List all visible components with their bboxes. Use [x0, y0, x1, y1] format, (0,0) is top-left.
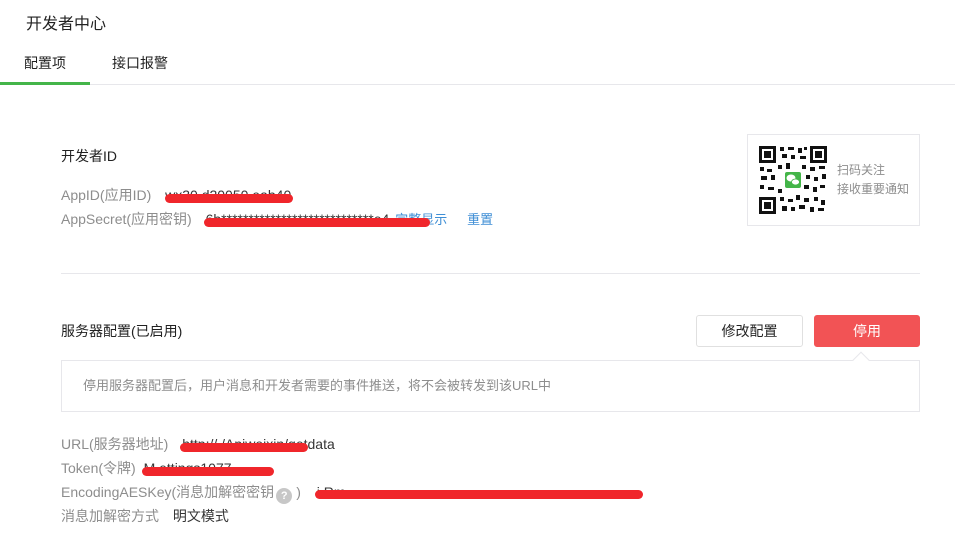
appid-redaction [165, 194, 294, 203]
developer-id-title: 开发者ID [61, 148, 117, 164]
appid-value: wx30 d20050 eab40 [165, 187, 294, 203]
qr-text: 扫码关注 接收重要通知 [837, 161, 909, 199]
qr-code[interactable] [758, 145, 828, 215]
appid-label: AppID(应用ID) [61, 187, 152, 203]
section-divider [61, 273, 920, 274]
notice-text: 停用服务器配置后，用户消息和开发者需要的事件推送，将不会被转发到该URL中 [83, 378, 552, 393]
token-value: M ettings1077 [141, 460, 274, 476]
aes-label: EncodingAESKey(消息加解密密钥 [61, 484, 275, 500]
notice-arrow [852, 351, 870, 369]
url-row: URL(服务器地址) http:// /Apiweixin/getdata [61, 434, 335, 454]
page-title: 开发者中心 [26, 16, 107, 33]
aes-value: i Rm [314, 484, 643, 500]
appsecret-value: 6b****************************e4 [203, 211, 430, 227]
url-label: URL(服务器地址) [61, 436, 169, 452]
token-redaction [141, 467, 274, 476]
appsecret-label: AppSecret(应用密钥) [61, 211, 192, 227]
appsecret-redaction [203, 218, 430, 227]
tab-interface-alarm[interactable]: 接口报警 [95, 44, 185, 85]
mode-label: 消息加解密方式 [61, 508, 159, 524]
disable-button[interactable]: 停用 [814, 315, 920, 347]
url-value: http:// /Apiweixin/getdata [180, 436, 335, 452]
token-row: Token(令牌) M ettings1077 [61, 458, 274, 478]
server-config-title: 服务器配置(已启用) [61, 323, 183, 339]
modify-config-button[interactable]: 修改配置 [696, 315, 803, 347]
appid-row: AppID(应用ID) wx30 d20050 eab40 [61, 185, 294, 205]
token-label: Token(令牌) [61, 460, 136, 476]
url-redaction [180, 443, 309, 452]
qr-text-line2: 接收重要通知 [837, 182, 910, 196]
qr-text-line1: 扫码关注 [837, 163, 886, 177]
appsecret-row: AppSecret(应用密钥) 6b**********************… [61, 209, 493, 229]
tab-bar: 配置项 接口报警 [0, 44, 955, 85]
help-icon[interactable]: ? [276, 488, 293, 504]
mode-value: 明文模式 [172, 508, 229, 524]
aes-row: EncodingAESKey(消息加解密密钥?) i Rm [61, 482, 643, 504]
reset-link[interactable]: 重置 [467, 212, 493, 227]
mode-row: 消息加解密方式 明文模式 [61, 506, 229, 526]
qr-subscribe-box: 扫码关注 接收重要通知 [747, 134, 920, 226]
disable-notice: 停用服务器配置后，用户消息和开发者需要的事件推送，将不会被转发到该URL中 [61, 351, 920, 412]
aes-redaction [314, 490, 643, 499]
aes-label-end: ) [296, 484, 301, 500]
tab-config-items[interactable]: 配置项 [0, 44, 90, 85]
